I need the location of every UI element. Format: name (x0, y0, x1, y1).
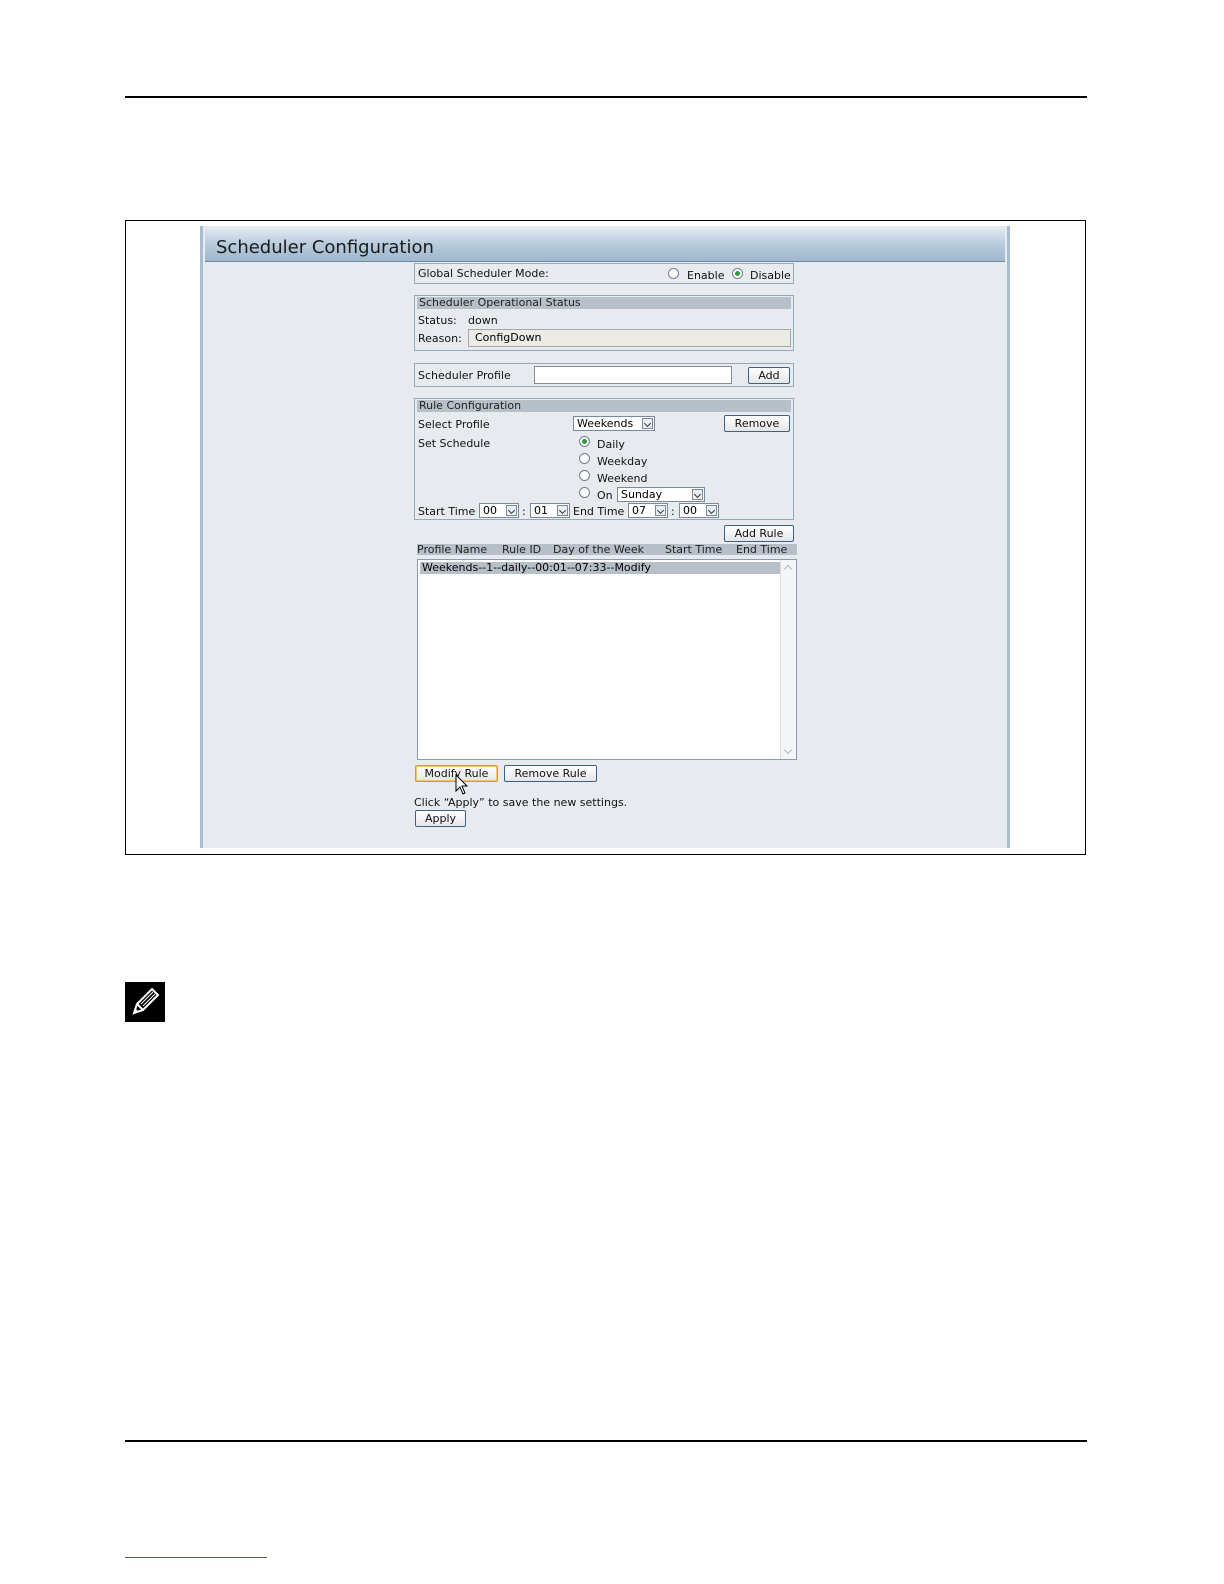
start-minute-value: 01 (534, 504, 548, 517)
on-day-label: On (597, 489, 613, 502)
end-minute-dropdown[interactable]: 00 (679, 503, 719, 518)
weekday-radio[interactable] (579, 453, 590, 464)
start-minute-dropdown[interactable]: 01 (530, 503, 570, 518)
on-day-value: Sunday (621, 488, 663, 501)
weekday-label: Weekday (597, 455, 648, 468)
select-profile-dropdown[interactable]: Weekends (573, 416, 655, 431)
chevron-down-icon (506, 505, 517, 516)
time-separator: : (671, 505, 675, 518)
enable-radio[interactable] (668, 268, 679, 279)
disable-radio[interactable] (732, 268, 743, 279)
list-item[interactable]: Weekends--1--daily--00:01--07:33--Modify (420, 562, 782, 574)
set-schedule-label: Set Schedule (418, 437, 491, 450)
global-mode-panel: Global Scheduler Mode: Enable Disable (414, 263, 794, 284)
scroll-down-icon[interactable] (783, 745, 793, 755)
footer-link-underline (125, 1557, 267, 1558)
scheduler-profile-panel: Scheduler Profile Add (414, 363, 794, 387)
column-profile-name: Profile Name (417, 543, 488, 556)
enable-label: Enable (687, 269, 725, 282)
end-hour-dropdown[interactable]: 07 (628, 503, 668, 518)
rule-configuration-panel: Rule Configuration Select Profile Weeken… (414, 398, 794, 520)
vertical-scrollbar[interactable] (780, 560, 796, 759)
disable-label: Disable (750, 269, 791, 282)
end-hour-value: 07 (632, 504, 646, 517)
footer-rule (125, 1440, 1087, 1442)
reason-field: ConfigDown (468, 329, 791, 347)
rules-table-header: Profile Name Rule ID Day of the Week Sta… (417, 544, 797, 555)
apply-hint: Click “Apply” to save the new settings. (414, 796, 628, 809)
time-separator: : (522, 505, 526, 518)
remove-rule-button[interactable]: Remove Rule (504, 765, 597, 782)
scheduler-profile-label: Scheduler Profile (418, 369, 511, 382)
operational-status-panel: Scheduler Operational Status Status: dow… (414, 295, 794, 351)
weekend-label: Weekend (597, 472, 648, 485)
scroll-up-icon[interactable] (783, 564, 793, 574)
selected-profile-value: Weekends (577, 417, 634, 430)
on-day-radio[interactable] (579, 487, 590, 498)
on-day-dropdown[interactable]: Sunday (617, 487, 705, 502)
chevron-down-icon (692, 489, 703, 500)
reason-label: Reason: (418, 332, 462, 345)
global-mode-label: Global Scheduler Mode: (418, 267, 549, 280)
scheduler-configuration-screen: Scheduler Configuration Global Scheduler… (200, 226, 1010, 848)
chevron-down-icon (642, 418, 653, 429)
column-start-time: Start Time (665, 543, 723, 556)
daily-radio[interactable] (579, 436, 590, 447)
start-hour-value: 00 (483, 504, 497, 517)
add-profile-button[interactable]: Add (748, 367, 790, 384)
apply-button[interactable]: Apply (415, 810, 466, 827)
start-time-label: Start Time (418, 505, 476, 518)
chevron-down-icon (706, 505, 717, 516)
add-rule-button[interactable]: Add Rule (724, 525, 794, 542)
start-hour-dropdown[interactable]: 00 (479, 503, 519, 518)
end-time-label: End Time (573, 505, 625, 518)
pencil-icon (132, 987, 160, 1015)
remove-profile-button[interactable]: Remove (724, 415, 790, 432)
weekend-radio[interactable] (579, 470, 590, 481)
scheduler-profile-input[interactable] (534, 366, 732, 384)
rule-configuration-heading: Rule Configuration (417, 400, 791, 412)
chevron-down-icon (557, 505, 568, 516)
daily-label: Daily (597, 438, 625, 451)
chevron-down-icon (655, 505, 666, 516)
title-bar: Scheduler Configuration (205, 229, 1005, 262)
status-value: down (468, 314, 498, 327)
header-rule (125, 96, 1087, 98)
column-end-time: End Time (736, 543, 788, 556)
rules-listbox[interactable]: Weekends--1--daily--00:01--07:33--Modify (417, 559, 797, 760)
column-rule-id: Rule ID (502, 543, 542, 556)
note-icon (125, 982, 165, 1022)
operational-status-heading: Scheduler Operational Status (417, 297, 791, 309)
page-title: Scheduler Configuration (216, 237, 434, 258)
select-profile-label: Select Profile (418, 418, 490, 431)
column-day-of-week: Day of the Week (553, 543, 645, 556)
mouse-cursor-icon (455, 774, 469, 795)
status-label: Status: (418, 314, 457, 327)
end-minute-value: 00 (683, 504, 697, 517)
